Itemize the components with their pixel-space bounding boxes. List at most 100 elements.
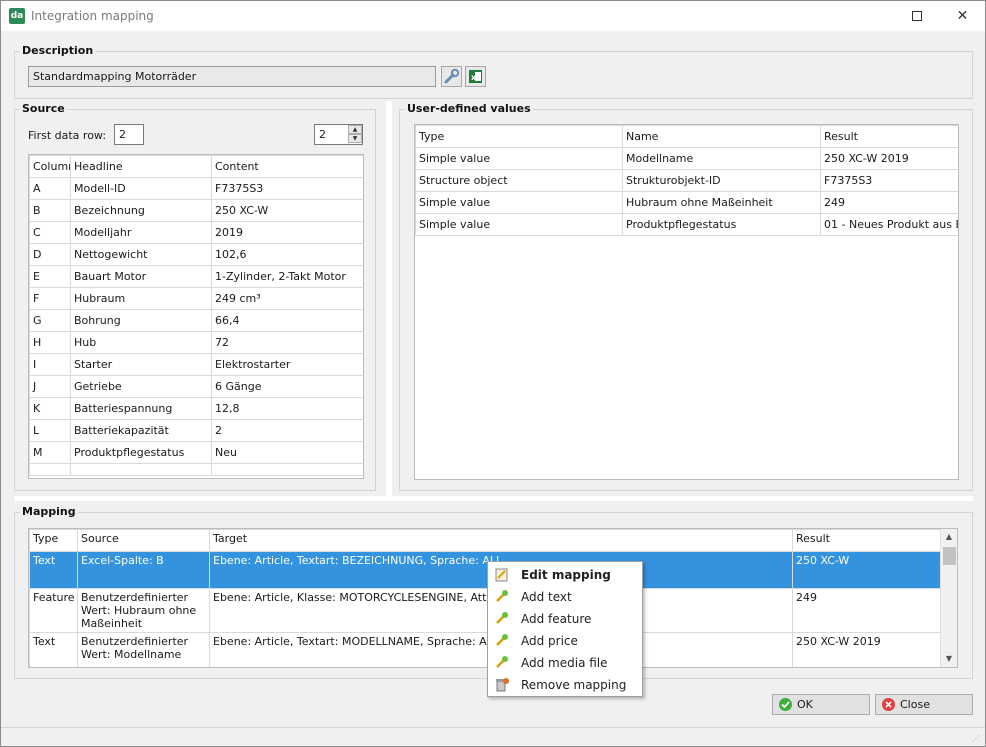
- mapping-cell-source[interactable]: Benutzerdefinierter Wert: Hubraum ohne M…: [77, 588, 210, 633]
- spinner-up-icon[interactable]: ▲: [348, 125, 362, 134]
- col-header-content[interactable]: Content: [211, 155, 363, 178]
- uv-cell-type[interactable]: Simple value: [415, 147, 623, 170]
- table-row[interactable]: J Getriebe 6 Gänge: [29, 375, 363, 398]
- scroll-up-icon[interactable]: ▲: [941, 529, 957, 545]
- table-row[interactable]: Text Benutzerdefinierter Wert: Modellname…: [29, 632, 942, 667]
- uv-cell-result[interactable]: F7375S3: [820, 169, 958, 192]
- menu-item-remove-mapping[interactable]: Remove mapping: [488, 674, 642, 696]
- menu-item-add-price[interactable]: Add price: [488, 630, 642, 652]
- uv-cell-name[interactable]: Hubraum ohne Maßeinheit: [622, 191, 821, 214]
- mapping-cell-type[interactable]: Text: [29, 632, 78, 667]
- mapping-cell-result[interactable]: 250 XC-W: [792, 551, 942, 589]
- menu-item-add-media-file[interactable]: Add media file: [488, 652, 642, 674]
- source-cell-headline[interactable]: Nettogewicht: [70, 243, 212, 266]
- source-cell-content[interactable]: 2: [211, 419, 363, 442]
- table-row[interactable]: C Modelljahr 2019: [29, 221, 363, 244]
- source-cell-column[interactable]: G: [29, 309, 71, 332]
- uv-cell-result[interactable]: 01 - Neues Produkt aus ERP: [820, 213, 958, 236]
- source-cell-column[interactable]: M: [29, 441, 71, 464]
- mapping-cell-type[interactable]: Feature: [29, 588, 78, 633]
- horizontal-splitter[interactable]: [14, 496, 973, 501]
- source-cell-column[interactable]: C: [29, 221, 71, 244]
- col-header-result[interactable]: Result: [820, 125, 958, 148]
- source-cell-content[interactable]: Neu: [211, 441, 363, 464]
- source-cell-content[interactable]: 6 Gänge: [211, 375, 363, 398]
- col-header-target[interactable]: Target: [209, 529, 793, 552]
- table-row[interactable]: Feature Benutzerdefinierter Wert: Hubraum…: [29, 588, 942, 633]
- mapping-cell-source[interactable]: Excel-Spalte: B: [77, 551, 210, 589]
- source-cell-headline[interactable]: Modelljahr: [70, 221, 212, 244]
- spinner-down-icon[interactable]: ▼: [348, 134, 362, 143]
- col-header-type[interactable]: Type: [415, 125, 623, 148]
- close-button[interactable]: Close: [875, 694, 973, 715]
- col-header-column[interactable]: Column: [29, 155, 71, 178]
- uv-cell-result[interactable]: 249: [820, 191, 958, 214]
- mapping-cell-type[interactable]: Text: [29, 551, 78, 589]
- resize-grip-icon[interactable]: ⋰: [972, 734, 982, 744]
- maximize-button[interactable]: [894, 1, 939, 31]
- source-cell-column[interactable]: L: [29, 419, 71, 442]
- source-cell-content[interactable]: 102,6: [211, 243, 363, 266]
- table-row[interactable]: H Hub 72: [29, 331, 363, 354]
- uv-cell-type[interactable]: Structure object: [415, 169, 623, 192]
- source-cell-content[interactable]: 12,8: [211, 397, 363, 420]
- source-cell-column[interactable]: I: [29, 353, 71, 376]
- close-window-button[interactable]: ✕: [940, 1, 985, 31]
- source-cell-headline[interactable]: Bauart Motor: [70, 265, 212, 288]
- source-cell-content[interactable]: Elektrostarter: [211, 353, 363, 376]
- source-cell-column[interactable]: A: [29, 177, 71, 200]
- table-row[interactable]: B Bezeichnung 250 XC-W: [29, 199, 363, 222]
- table-row[interactable]: M Produktpflegestatus Neu: [29, 441, 363, 464]
- source-cell-headline[interactable]: Bezeichnung: [70, 199, 212, 222]
- scroll-thumb[interactable]: [943, 547, 956, 565]
- table-row[interactable]: A Modell-ID F7375S3: [29, 177, 363, 200]
- source-cell-content[interactable]: 250 XC-W: [211, 199, 363, 222]
- table-row[interactable]: K Batteriespannung 12,8: [29, 397, 363, 420]
- source-cell-content[interactable]: 72: [211, 331, 363, 354]
- uv-cell-type[interactable]: Simple value: [415, 213, 623, 236]
- menu-item-add-text[interactable]: Add text: [488, 586, 642, 608]
- vertical-splitter[interactable]: [386, 101, 392, 497]
- col-header-name[interactable]: Name: [622, 125, 821, 148]
- source-cell-headline[interactable]: Getriebe: [70, 375, 212, 398]
- source-cell-content[interactable]: 249 cm³: [211, 287, 363, 310]
- scroll-down-icon[interactable]: ▼: [941, 651, 957, 667]
- uv-cell-name[interactable]: Modellname: [622, 147, 821, 170]
- table-row[interactable]: I Starter Elektrostarter: [29, 353, 363, 376]
- source-cell-headline[interactable]: Produktpflegestatus: [70, 441, 212, 464]
- source-cell-column[interactable]: J: [29, 375, 71, 398]
- table-row[interactable]: Text Excel-Spalte: B Ebene: Article, Texta…: [29, 551, 942, 589]
- source-cell-column[interactable]: H: [29, 331, 71, 354]
- wrench-button[interactable]: [441, 66, 462, 87]
- title-bar[interactable]: da Integration mapping — ✕: [1, 1, 985, 31]
- menu-item-edit-mapping[interactable]: Edit mapping: [488, 564, 642, 586]
- table-row[interactable]: E Bauart Motor 1-Zylinder, 2-Takt Motor: [29, 265, 363, 288]
- source-cell-headline[interactable]: Batteriespannung: [70, 397, 212, 420]
- mapping-cell-source[interactable]: Benutzerdefinierter Wert: Modellname: [77, 632, 210, 667]
- source-cell-content[interactable]: 66,4: [211, 309, 363, 332]
- source-cell-headline[interactable]: Starter: [70, 353, 212, 376]
- source-cell-headline[interactable]: Bohrung: [70, 309, 212, 332]
- source-cell-column[interactable]: K: [29, 397, 71, 420]
- source-cell-headline[interactable]: Modell-ID: [70, 177, 212, 200]
- source-cell-headline[interactable]: Hubraum: [70, 287, 212, 310]
- source-cell-column[interactable]: D: [29, 243, 71, 266]
- table-row[interactable]: Simple value Modellname 250 XC-W 2019: [415, 147, 958, 170]
- description-input[interactable]: Standardmapping Motorräder: [28, 66, 436, 87]
- uv-cell-type[interactable]: Simple value: [415, 191, 623, 214]
- row-spinner-buttons[interactable]: ▲ ▼: [348, 125, 362, 144]
- table-row[interactable]: D Nettogewicht 102,6: [29, 243, 363, 266]
- source-cell-column[interactable]: E: [29, 265, 71, 288]
- mapping-cell-result[interactable]: 249: [792, 588, 942, 633]
- ok-button[interactable]: OK: [772, 694, 870, 715]
- source-cell-content[interactable]: F7375S3: [211, 177, 363, 200]
- table-row[interactable]: L Batteriekapazität 2: [29, 419, 363, 442]
- source-cell-headline[interactable]: Batteriekapazität: [70, 419, 212, 442]
- col-header-headline[interactable]: Headline: [70, 155, 212, 178]
- uv-cell-name[interactable]: Strukturobjekt-ID: [622, 169, 821, 192]
- col-header-type[interactable]: Type: [29, 529, 78, 552]
- mapping-cell-result[interactable]: 250 XC-W 2019: [792, 632, 942, 667]
- first-data-row-input[interactable]: 2: [114, 124, 144, 145]
- mapping-scrollbar[interactable]: ▲ ▼: [940, 529, 957, 667]
- table-row[interactable]: Simple value Hubraum ohne Maßeinheit 249: [415, 191, 958, 214]
